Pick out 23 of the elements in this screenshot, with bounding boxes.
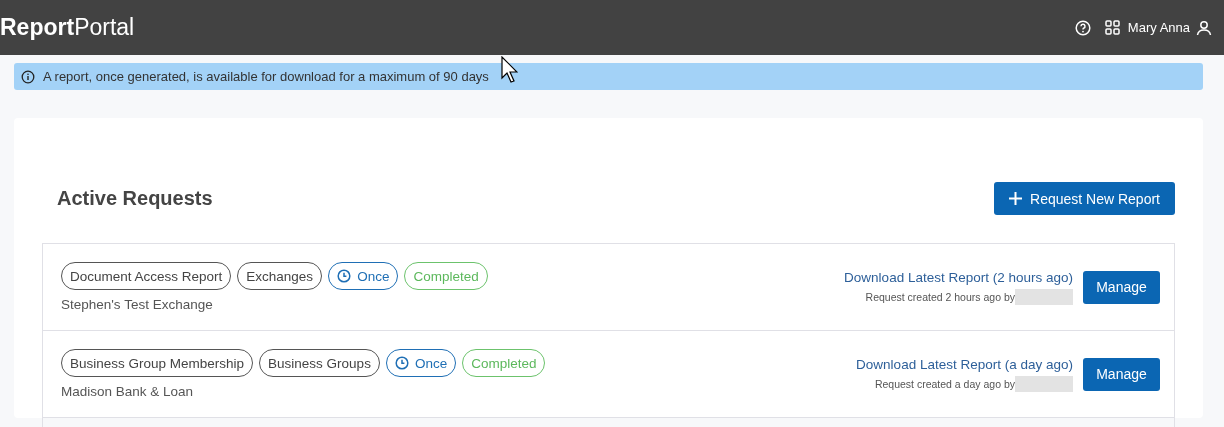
clock-icon bbox=[337, 269, 352, 283]
download-link[interactable]: Download Latest Report (2 hours ago) bbox=[844, 269, 1073, 285]
user-icon bbox=[1196, 19, 1212, 36]
info-icon bbox=[21, 69, 35, 84]
created-note: Request created 2 hours ago by bbox=[865, 290, 1015, 303]
manage-button[interactable]: Manage bbox=[1083, 270, 1160, 304]
clock-icon bbox=[394, 356, 409, 370]
banner-text: A report, once generated, is available for download for a maximum of 90 days bbox=[43, 69, 489, 84]
redaction-block bbox=[1015, 375, 1073, 392]
manage-button[interactable]: Manage bbox=[1083, 357, 1160, 391]
logo[interactable]: ReportPortal bbox=[0, 14, 135, 41]
user-menu[interactable]: Mary Anna bbox=[1127, 19, 1212, 36]
request-new-report-button[interactable]: Request New Report bbox=[994, 182, 1175, 215]
plus-icon bbox=[1009, 192, 1023, 205]
cursor-icon bbox=[501, 56, 518, 84]
help-icon[interactable] bbox=[1074, 19, 1091, 36]
created-note: Request created a day ago by bbox=[874, 377, 1015, 390]
download-link[interactable]: Download Latest Report (a day ago) bbox=[856, 356, 1073, 372]
request-target: Madison Bank & Loan bbox=[61, 384, 195, 399]
redaction-block bbox=[1015, 288, 1073, 305]
apps-grid-icon[interactable] bbox=[1104, 20, 1120, 35]
request-target: Stephen's Test Exchange bbox=[61, 297, 214, 312]
section-title: Active Requests bbox=[57, 187, 213, 210]
